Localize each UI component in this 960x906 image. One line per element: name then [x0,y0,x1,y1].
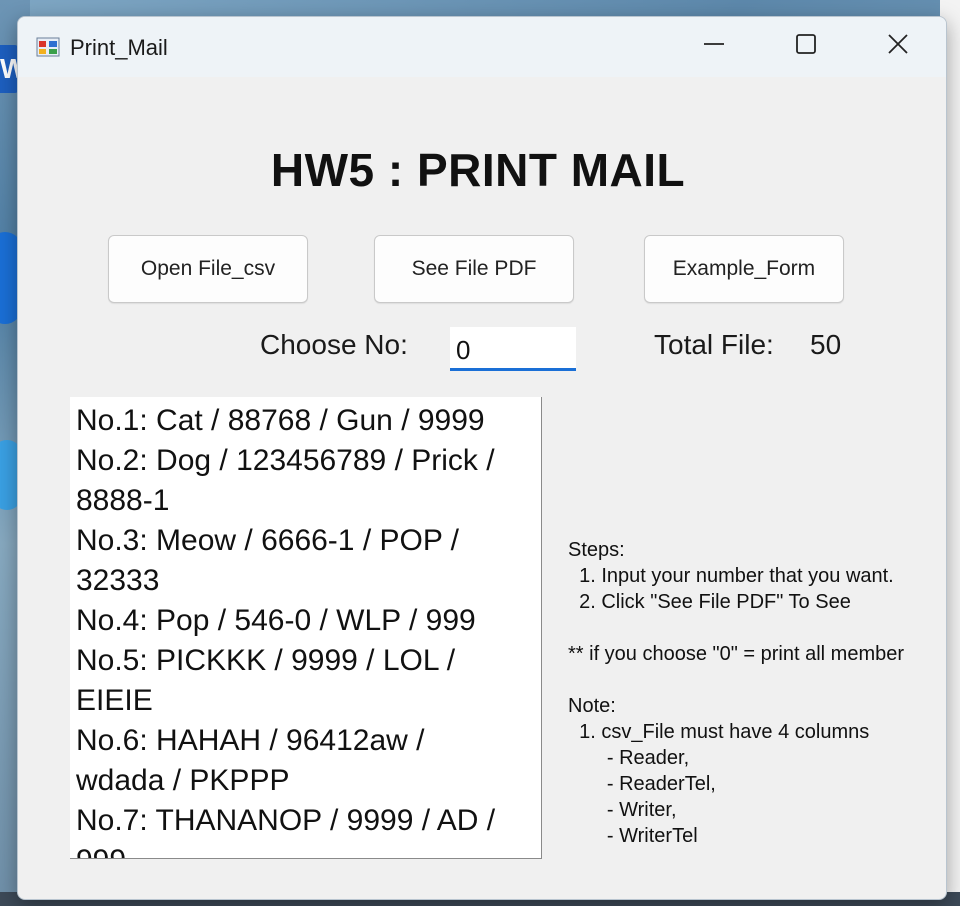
total-file-value: 50 [810,329,842,360]
close-button[interactable] [852,17,944,75]
example-form-button[interactable]: Example_Form [644,235,844,303]
list-item[interactable]: No.7: THANANOP / 9999 / AD / 999 [76,801,516,858]
list-item[interactable]: No.4: Pop / 546-0 / WLP / 999 [76,601,516,641]
window-title: Print_Mail [70,35,168,60]
print-mail-window: Print_Mail HW5 : PRINT MAIL Open File_cs… [17,16,947,900]
note-title: Note: [568,695,616,717]
minimize-icon [703,33,725,60]
open-file-csv-button[interactable]: Open File_csv [108,235,308,303]
list-item[interactable]: No.3: Meow / 6666-1 / POP / 32333 [76,521,516,601]
tip-text: ** if you choose "0" = print all member [568,643,905,665]
minimize-button[interactable] [668,17,760,75]
member-listbox[interactable]: No.1: Cat / 88768 / Gun / 9999 No.2: Dog… [70,397,542,859]
column-reader: - Reader, [568,747,690,769]
total-file-label: Total File: [654,329,774,360]
note-1: 1. csv_File must have 4 columns [568,721,870,743]
close-icon [887,33,909,60]
maximize-icon [795,33,817,60]
step-2: 2. Click "See File PDF" To See [568,591,851,613]
page-title: HW5 : PRINT MAIL [270,144,686,196]
choose-no-label: Choose No: [260,329,408,360]
maximize-button[interactable] [760,17,852,75]
list-item[interactable]: No.5: PICKKK / 9999 / LOL / EIEIE [76,641,516,721]
see-file-pdf-button[interactable]: See File PDF [374,235,574,303]
title-bar[interactable]: Print_Mail [18,17,946,77]
list-item[interactable]: No.6: HAHAH / 96412aw / wdada / PKPPP [76,721,516,801]
steps-title: Steps: [568,539,625,561]
choose-no-input[interactable] [450,327,576,371]
column-writer-tel: - WriterTel [568,825,698,847]
instructions-panel: Steps: 1. Input your number that you wan… [568,537,938,849]
column-writer: - Writer, [568,799,677,821]
word-app-icon: W [0,45,26,93]
list-item[interactable]: No.1: Cat / 88768 / Gun / 9999 [76,401,516,441]
column-reader-tel: - ReaderTel, [568,773,716,795]
step-1: 1. Input your number that you want. [568,565,894,587]
list-item[interactable]: No.2: Dog / 123456789 / Prick / 8888-1 [76,441,516,521]
print-mail-app-icon [36,35,60,57]
